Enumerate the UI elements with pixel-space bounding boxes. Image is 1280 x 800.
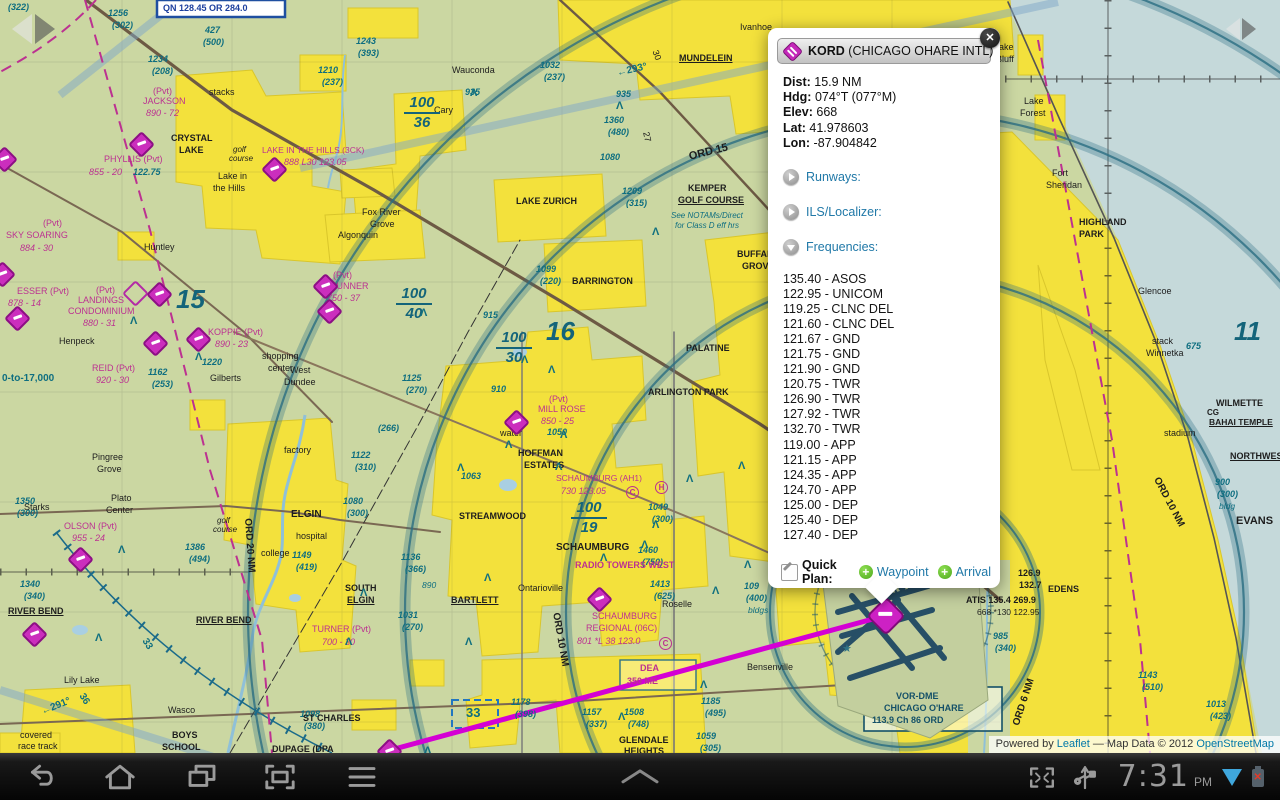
collapse-icon[interactable]	[783, 239, 799, 255]
plus-icon: +	[859, 565, 873, 579]
frequency-item: 121.90 - GND	[783, 362, 894, 377]
chevron-up-icon	[612, 761, 668, 793]
section-label: Frequencies:	[806, 240, 878, 254]
pan-left-right-control[interactable]	[1226, 18, 1256, 40]
quick-plan-actions: + Waypoint + Arrival	[859, 565, 1000, 579]
frequency-item: 121.15 - APP	[783, 453, 894, 468]
wifi-icon	[1222, 769, 1242, 786]
airport-name: (CHICAGO OHARE INTL)	[848, 44, 993, 58]
frequency-item: 126.90 - TWR	[783, 392, 894, 407]
pan-left-icon[interactable]	[12, 14, 32, 44]
pan-right-icon[interactable]	[35, 14, 55, 44]
tablet-screen: ★ QN 128.45 OR 284.0(322)1256(302)427(50…	[0, 0, 1280, 800]
frequency-item: 124.70 - APP	[783, 483, 894, 498]
clock-time: 7:31	[1118, 759, 1189, 794]
menu-button[interactable]	[344, 761, 380, 793]
fullscreen-icon	[1024, 761, 1060, 793]
airport-diamond-icon	[782, 40, 803, 61]
frequency-item: 125.40 - DEP	[783, 513, 894, 528]
section-ilslocalizer[interactable]: ILS/Localizer:	[783, 204, 882, 220]
recent-apps-icon	[184, 761, 220, 793]
pan-left-icon[interactable]	[1226, 18, 1240, 40]
detail-row: Dist: 15.9 NM	[783, 75, 896, 90]
airport-info-popup: KORD (CHICAGO OHARE INTL) ✕ Dist: 15.9 N…	[768, 28, 1000, 588]
notepad-icon	[781, 564, 798, 581]
frequency-item: 127.40 - DEP	[783, 528, 894, 543]
frequency-item: 122.95 - UNICOM	[783, 287, 894, 302]
battery-icon	[1252, 769, 1264, 787]
menu-icon	[344, 761, 380, 793]
status-clock-area[interactable]: 7:31 PM	[1118, 753, 1264, 800]
detail-row: Elev: 668	[783, 105, 896, 120]
expand-icon[interactable]	[783, 204, 799, 220]
frequency-item: 135.40 - ASOS	[783, 272, 894, 287]
pan-left-right-control[interactable]	[12, 14, 55, 44]
action-label: Arrival	[956, 565, 991, 579]
plus-icon: +	[938, 565, 952, 579]
section-runways[interactable]: Runways:	[783, 169, 861, 185]
expand-panel-button[interactable]	[612, 761, 668, 793]
frequency-list: 135.40 - ASOS122.95 - UNICOM119.25 - CLN…	[783, 272, 894, 543]
frequency-item: 120.75 - TWR	[783, 377, 894, 392]
usb-icon	[1072, 761, 1098, 793]
frequency-item: 119.00 - APP	[783, 438, 894, 453]
detail-row: Lat: 41.978603	[783, 121, 896, 136]
map-attribution: Powered by Leaflet — Map Data © 2012 Ope…	[989, 736, 1280, 753]
quick-plan-row: Quick Plan: + Waypoint + Arrival	[781, 558, 1000, 586]
popup-header: KORD (CHICAGO OHARE INTL)	[777, 38, 991, 64]
attribution-prefix: Powered by	[996, 738, 1057, 750]
quick-plan-label: Quick Plan:	[802, 558, 849, 586]
usb-status	[1072, 761, 1098, 793]
frequency-item: 124.35 - APP	[783, 468, 894, 483]
home-button[interactable]	[102, 761, 138, 793]
frequency-item: 125.00 - DEP	[783, 498, 894, 513]
screenshot-icon	[262, 761, 298, 793]
recent-apps-button[interactable]	[184, 761, 220, 793]
android-system-bar: 7:31 PM	[0, 753, 1280, 800]
frequency-item: 121.75 - GND	[783, 347, 894, 362]
fullscreen-button[interactable]	[1024, 761, 1060, 793]
leaflet-link[interactable]: Leaflet	[1057, 738, 1090, 750]
clock-meridiem: PM	[1194, 775, 1212, 789]
add-arrival-button[interactable]: + Arrival	[938, 565, 991, 579]
section-label: Runways:	[806, 170, 861, 184]
airport-code: KORD	[808, 44, 845, 58]
expand-icon[interactable]	[783, 169, 799, 185]
frequency-item: 121.60 - CLNC DEL	[783, 317, 894, 332]
frequency-item: 127.92 - TWR	[783, 407, 894, 422]
detail-row: Lon: -87.904842	[783, 136, 896, 151]
popup-title: KORD (CHICAGO OHARE INTL)	[808, 44, 993, 58]
close-icon[interactable]: ✕	[980, 28, 1000, 48]
frequency-item: 132.70 - TWR	[783, 422, 894, 437]
section-label: ILS/Localizer:	[806, 205, 882, 219]
action-label: Waypoint	[877, 565, 929, 579]
frequency-item: 121.67 - GND	[783, 332, 894, 347]
frequency-item: 119.25 - CLNC DEL	[783, 302, 894, 317]
add-waypoint-button[interactable]: + Waypoint	[859, 565, 929, 579]
screenshot-button[interactable]	[262, 761, 298, 793]
back-icon	[24, 761, 60, 793]
attribution-middle: — Map Data © 2012	[1090, 738, 1197, 750]
detail-row: Hdg: 074°T (077°M)	[783, 90, 896, 105]
back-button[interactable]	[24, 761, 60, 793]
pan-right-icon[interactable]	[1242, 18, 1256, 40]
star-symbol: ★	[842, 643, 852, 655]
section-frequencies[interactable]: Frequencies:	[783, 239, 878, 255]
openstreetmap-link[interactable]: OpenStreetMap	[1196, 738, 1274, 750]
sectional-chart-graphics: ★	[0, 0, 1280, 753]
home-icon	[102, 761, 138, 793]
sectional-chart-map[interactable]: ★ QN 128.45 OR 284.0(322)1256(302)427(50…	[0, 0, 1280, 753]
airport-details: Dist: 15.9 NMHdg: 074°T (077°M)Elev: 668…	[783, 75, 896, 151]
